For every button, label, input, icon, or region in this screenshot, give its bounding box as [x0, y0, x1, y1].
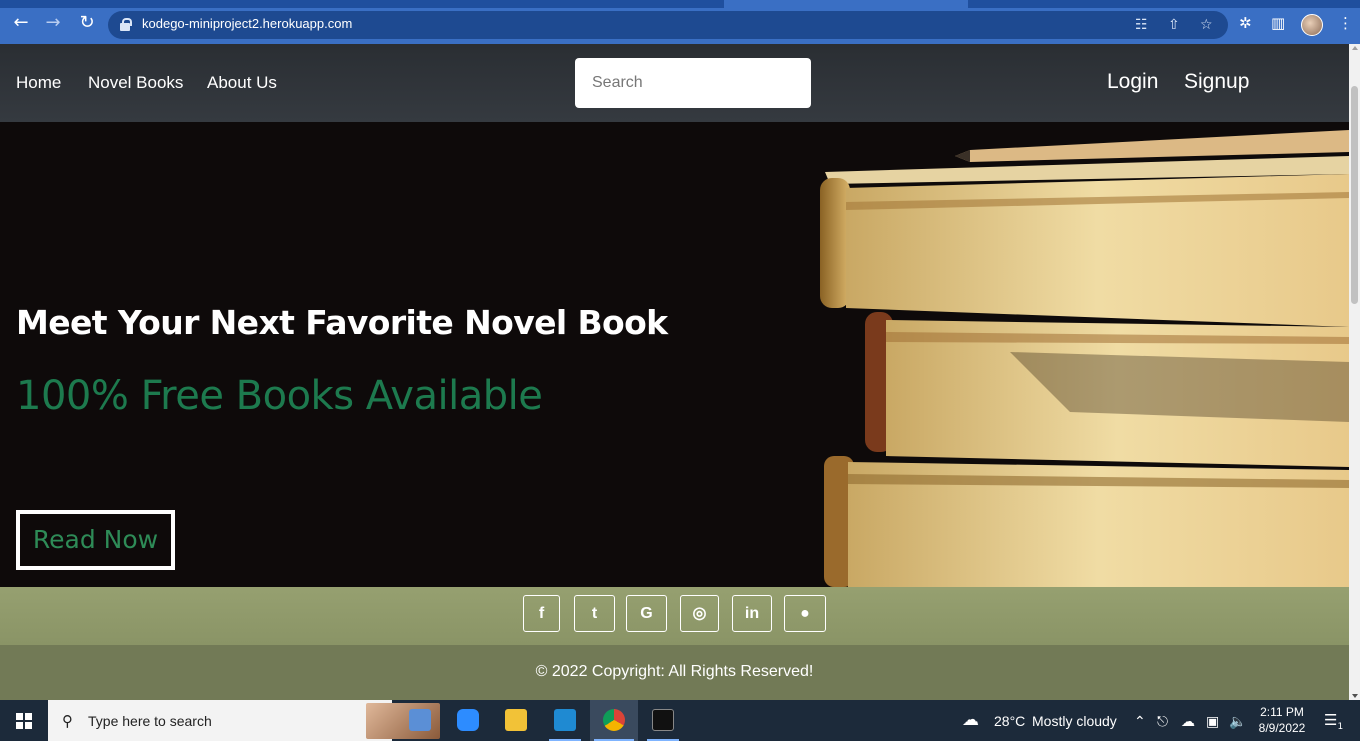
notification-count: 1 [1337, 722, 1344, 732]
reload-icon[interactable]: ↻ [76, 12, 98, 34]
side-panel-icon[interactable]: ▥ [1271, 14, 1285, 32]
display-icon[interactable]: ▣ [1206, 713, 1219, 730]
taskbar-file-manager-icon[interactable] [396, 700, 444, 741]
github-icon[interactable]: ● [784, 595, 826, 632]
taskbar-explorer-icon[interactable] [492, 700, 540, 741]
url-text: kodego-miniproject2.herokuapp.com [142, 16, 353, 31]
scroll-down-icon[interactable] [1352, 694, 1358, 698]
translate-icon[interactable]: ☷ [1135, 16, 1148, 34]
page-scrollbar[interactable] [1349, 44, 1360, 700]
taskbar-chrome-icon[interactable] [590, 700, 638, 741]
weather-temp[interactable]: 28°C [994, 713, 1025, 729]
windows-start-icon[interactable] [16, 713, 32, 729]
hero-subtitle: 100% Free Books Available [16, 373, 543, 419]
linkedin-icon[interactable]: in [732, 595, 772, 632]
network-device-icon[interactable]: ⎋ [1157, 713, 1168, 730]
onedrive-icon[interactable]: ☁ [1181, 713, 1195, 730]
lock-icon [120, 18, 132, 31]
hero-section: Meet Your Next Favorite Novel Book 100% … [0, 122, 1349, 587]
google-icon[interactable]: G [626, 595, 667, 632]
search-input[interactable] [575, 58, 811, 108]
scroll-up-icon[interactable] [1352, 46, 1358, 50]
copyright-text: © 2022 Copyright: All Rights Reserved! [535, 663, 814, 680]
social-links-bar: f t G ◎ in ● [0, 587, 1349, 645]
scrollbar-thumb[interactable] [1351, 86, 1358, 304]
site-navbar: Home Novel Books About Us Login Signup [0, 44, 1349, 122]
twitter-icon[interactable]: t [574, 595, 615, 632]
share-icon[interactable]: ⇧ [1168, 16, 1180, 34]
taskbar-terminal-icon[interactable] [639, 700, 687, 741]
taskbar-search-box[interactable]: ⚲ Type here to search [48, 700, 440, 741]
weather-icon[interactable]: ☁ [962, 710, 979, 730]
read-now-button[interactable]: Read Now [16, 510, 175, 570]
windows-taskbar: ⚲ Type here to search ☁ 28°C Mostly clou… [0, 700, 1360, 741]
forward-icon[interactable]: → [42, 12, 64, 34]
extensions-icon[interactable]: ✲ [1239, 14, 1252, 32]
signup-link[interactable]: Signup [1184, 70, 1249, 94]
chevron-up-icon[interactable]: ⌃ [1134, 713, 1146, 730]
weather-description[interactable]: Mostly cloudy [1032, 713, 1117, 729]
back-icon[interactable]: ← [10, 12, 32, 34]
clock-time: 2:11 PM [1260, 705, 1304, 719]
page-viewport: Home Novel Books About Us Login Signup [0, 44, 1349, 700]
instagram-icon[interactable]: ◎ [680, 595, 719, 632]
books-image [810, 122, 1349, 587]
profile-avatar[interactable] [1301, 14, 1323, 36]
taskbar-search-placeholder: Type here to search [88, 713, 212, 729]
clock-date: 8/9/2022 [1258, 721, 1306, 735]
hero-title: Meet Your Next Favorite Novel Book [16, 303, 668, 342]
search-icon: ⚲ [62, 712, 73, 730]
taskbar-vscode-icon[interactable] [541, 700, 589, 741]
nav-home-link[interactable]: Home [16, 73, 61, 93]
notification-icon[interactable]: ☰1 [1324, 711, 1344, 732]
tab-strip [0, 0, 1360, 8]
browser-chrome: ← → ↻ kodego-miniproject2.herokuapp.com … [0, 0, 1360, 44]
login-link[interactable]: Login [1107, 70, 1158, 94]
star-icon[interactable]: ☆ [1200, 16, 1213, 34]
system-clock[interactable]: 2:11 PM 8/9/2022 [1254, 704, 1310, 736]
nav-about-us-link[interactable]: About Us [207, 73, 277, 93]
menu-icon[interactable]: ⋮ [1338, 14, 1353, 32]
facebook-icon[interactable]: f [523, 595, 560, 632]
volume-icon[interactable]: 🔈 [1229, 713, 1246, 730]
address-bar[interactable]: kodego-miniproject2.herokuapp.com ☷ ⇧ ☆ [108, 11, 1228, 39]
active-tab[interactable] [724, 0, 968, 8]
site-footer: © 2022 Copyright: All Rights Reserved! [0, 645, 1349, 700]
taskbar-zoom-icon[interactable] [444, 700, 492, 741]
nav-novel-books-link[interactable]: Novel Books [88, 73, 183, 93]
